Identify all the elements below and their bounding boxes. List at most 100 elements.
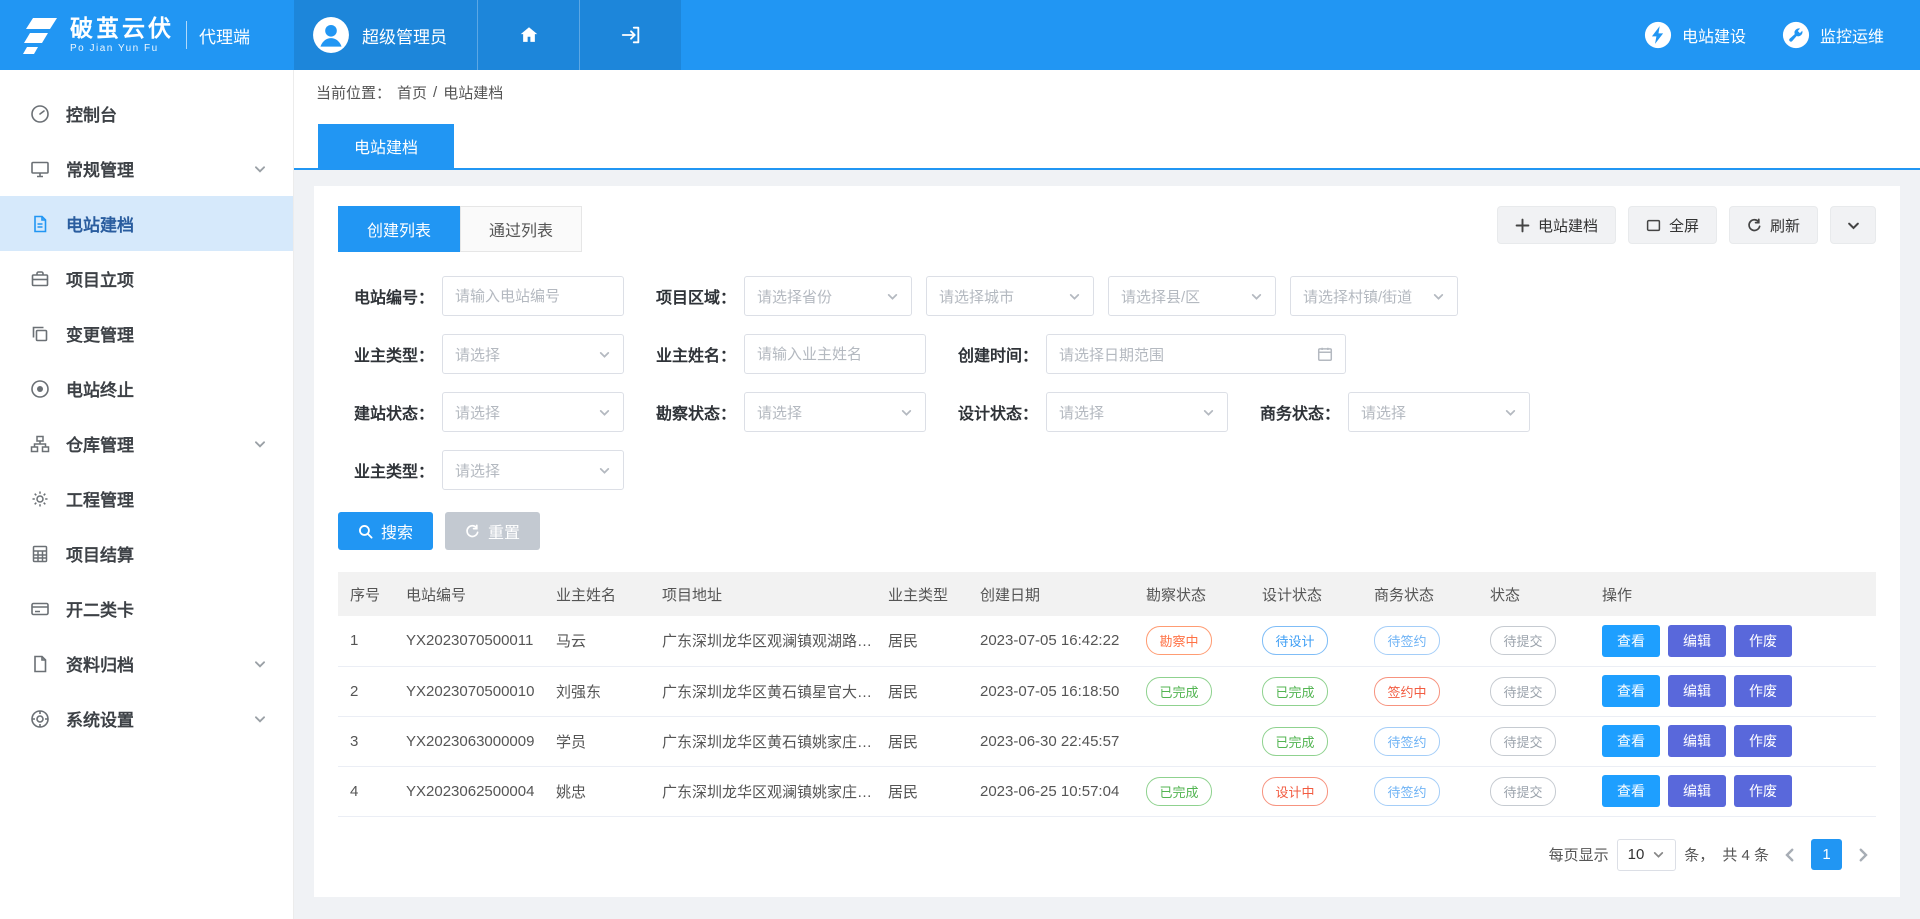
sidebar-item-project-approval[interactable]: 项目立项 — [0, 251, 293, 306]
view-button[interactable]: 查看 — [1602, 675, 1660, 707]
status-badge: 已完成 — [1146, 677, 1212, 706]
plus-icon — [1515, 218, 1530, 233]
sidebar-item-warehouse-management[interactable]: 仓库管理 — [0, 416, 293, 471]
sidebar-item-console[interactable]: 控制台 — [0, 86, 293, 141]
status-badge: 已完成 — [1262, 677, 1328, 706]
table-cell: 刘强东 — [544, 666, 650, 716]
column-header: 序号 — [338, 572, 394, 616]
breadcrumb: 当前位置： 首页 / 电站建档 — [294, 70, 1920, 114]
edit-button[interactable]: 编辑 — [1668, 675, 1726, 707]
search-button[interactable]: 搜索 — [338, 512, 433, 550]
add-station-button[interactable]: 电站建档 — [1497, 206, 1616, 244]
owner-name-input[interactable] — [744, 334, 926, 374]
table-row: 4YX2023062500004姚忠广东深圳龙华区观澜镇姚家庄…居民2023-0… — [338, 766, 1876, 816]
chevron-down-icon — [1432, 290, 1445, 303]
filter-owner-type: 业主类型： 请选择 — [338, 334, 624, 374]
fullscreen-button[interactable]: 全屏 — [1628, 206, 1717, 244]
per-page-select[interactable]: 10 — [1617, 839, 1677, 871]
view-button[interactable]: 查看 — [1602, 725, 1660, 757]
owner-type2-select[interactable]: 请选择 — [442, 450, 624, 490]
owner-type-select[interactable]: 请选择 — [442, 334, 624, 374]
logout-button[interactable] — [579, 0, 681, 70]
chevron-down-icon — [1504, 406, 1517, 419]
date-range-input[interactable]: 请选择日期范围 — [1046, 334, 1346, 374]
actions-cell: 查看编辑作废 — [1590, 766, 1876, 816]
province-select[interactable]: 请选择省份 — [744, 276, 912, 316]
nav-monitor-ops[interactable]: 监控运维 — [1782, 0, 1884, 70]
edit-button[interactable]: 编辑 — [1668, 625, 1726, 657]
sidebar-item-label: 常规管理 — [66, 156, 134, 181]
brand-logo-icon — [18, 13, 62, 57]
chevron-down-icon — [1202, 406, 1215, 419]
sidebar-item-station-filing[interactable]: 电站建档 — [0, 196, 293, 251]
station-code-input[interactable] — [442, 276, 624, 316]
select-placeholder: 请选择 — [1361, 402, 1406, 423]
status-cell: 待提交 — [1478, 666, 1590, 716]
sidebar-item-project-settlement[interactable]: 项目结算 — [0, 526, 293, 581]
sidebar-item-engineering-management[interactable]: 工程管理 — [0, 471, 293, 526]
collapse-button[interactable] — [1830, 206, 1876, 244]
street-select[interactable]: 请选择村镇/街道 — [1290, 276, 1458, 316]
home-button[interactable] — [477, 0, 579, 70]
content-card: 创建列表 通过列表 电站建档 全屏 — [314, 186, 1900, 897]
void-button[interactable]: 作废 — [1734, 625, 1792, 657]
tab-passed-list[interactable]: 通过列表 — [460, 206, 582, 252]
column-header: 状态 — [1478, 572, 1590, 616]
fullscreen-label: 全屏 — [1669, 215, 1699, 236]
view-button[interactable]: 查看 — [1602, 775, 1660, 807]
design-status-select[interactable]: 请选择 — [1046, 392, 1228, 432]
filter-label-station-code: 电站编号： — [338, 284, 434, 308]
sidebar-item-type2-card[interactable]: 开二类卡 — [0, 581, 293, 636]
build-status-select[interactable]: 请选择 — [442, 392, 624, 432]
sidebar-item-label: 开二类卡 — [66, 596, 134, 621]
actions-cell: 查看编辑作废 — [1590, 666, 1876, 716]
sidebar-item-change-management[interactable]: 变更管理 — [0, 306, 293, 361]
survey-status-select[interactable]: 请选择 — [744, 392, 926, 432]
chevron-down-icon — [253, 657, 267, 671]
select-placeholder: 请选择 — [1059, 402, 1104, 423]
chevron-down-icon — [1250, 290, 1263, 303]
page-tab-station-filing[interactable]: 电站建档 — [318, 124, 454, 168]
business-status-select[interactable]: 请选择 — [1348, 392, 1530, 432]
tab-create-list[interactable]: 创建列表 — [338, 206, 460, 252]
edit-button[interactable]: 编辑 — [1668, 725, 1726, 757]
void-button[interactable]: 作废 — [1734, 775, 1792, 807]
status-cell: 待签约 — [1362, 766, 1478, 816]
sidebar-item-general-management[interactable]: 常规管理 — [0, 141, 293, 196]
breadcrumb-home-link[interactable]: 首页 — [397, 82, 427, 103]
prev-page-button[interactable] — [1781, 846, 1799, 864]
nav-monitor-ops-label: 监控运维 — [1820, 23, 1884, 47]
reset-button[interactable]: 重置 — [445, 512, 540, 550]
sidebar-item-label: 控制台 — [66, 101, 117, 126]
sidebar-item-label: 项目立项 — [66, 266, 134, 291]
select-placeholder: 请选择城市 — [939, 286, 1014, 307]
edit-button[interactable]: 编辑 — [1668, 775, 1726, 807]
breadcrumb-current: 电站建档 — [443, 82, 503, 103]
sidebar-item-station-termination[interactable]: 电站终止 — [0, 361, 293, 416]
void-button[interactable]: 作废 — [1734, 675, 1792, 707]
user-menu[interactable]: 超级管理员 — [294, 0, 477, 70]
page-number-current[interactable]: 1 — [1811, 839, 1842, 870]
nav-station-build[interactable]: 电站建设 — [1644, 0, 1746, 70]
search-label: 搜索 — [381, 519, 413, 543]
city-select[interactable]: 请选择城市 — [926, 276, 1094, 316]
view-button[interactable]: 查看 — [1602, 625, 1660, 657]
refresh-button[interactable]: 刷新 — [1729, 206, 1818, 244]
pagination: 每页显示 10 条， 共 4 条 1 — [338, 817, 1876, 871]
nav-station-build-label: 电站建设 — [1682, 23, 1746, 47]
void-button[interactable]: 作废 — [1734, 725, 1792, 757]
sidebar-item-system-settings[interactable]: 系统设置 — [0, 691, 293, 746]
sidebar-item-label: 仓库管理 — [66, 431, 134, 456]
next-page-button[interactable] — [1854, 846, 1872, 864]
refresh-icon — [1747, 218, 1762, 233]
table-row: 2YX2023070500010刘强东广东深圳龙华区黄石镇星官大…居民2023-… — [338, 666, 1876, 716]
table-cell: 广东深圳龙华区黄石镇星官大… — [650, 666, 876, 716]
district-select[interactable]: 请选择县/区 — [1108, 276, 1276, 316]
status-badge: 待提交 — [1490, 626, 1556, 655]
chevron-down-icon — [900, 406, 913, 419]
sidebar-item-data-archive[interactable]: 资料归档 — [0, 636, 293, 691]
status-cell: 待提交 — [1478, 616, 1590, 666]
user-name: 超级管理员 — [362, 23, 447, 48]
sidebar-item-label: 项目结算 — [66, 541, 134, 566]
status-cell: 待提交 — [1478, 766, 1590, 816]
